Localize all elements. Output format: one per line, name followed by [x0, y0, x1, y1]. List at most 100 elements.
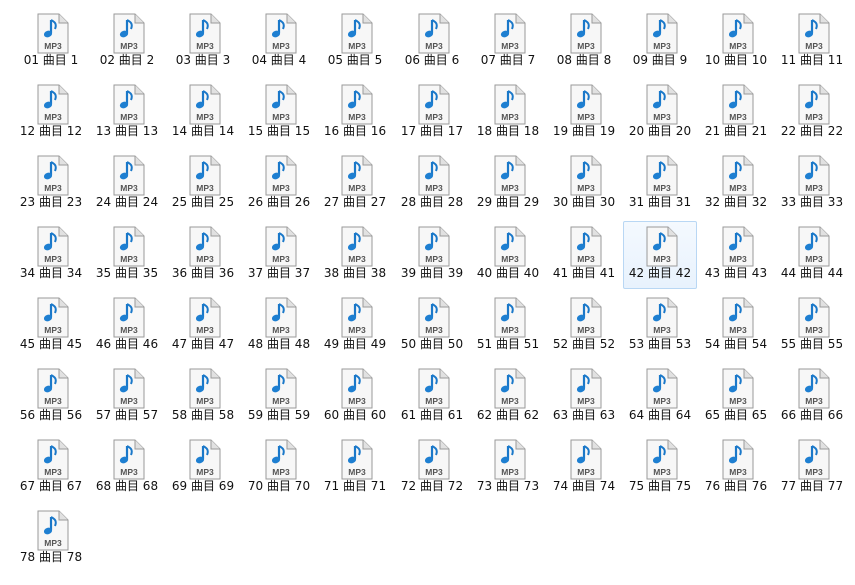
file-item[interactable]: MP3 19 曲目 19 — [547, 79, 621, 147]
file-item[interactable]: MP3 06 曲目 6 — [395, 8, 469, 76]
file-name-label: 56 曲目 56 — [19, 408, 83, 422]
file-item[interactable]: MP3 72 曲目 72 — [395, 434, 469, 502]
file-name-label: 78 曲目 78 — [19, 550, 83, 564]
file-item[interactable]: MP3 12 曲目 12 — [14, 79, 88, 147]
file-item[interactable]: MP3 77 曲目 77 — [775, 434, 849, 502]
file-item[interactable]: MP3 29 曲目 29 — [471, 150, 545, 218]
mp3-file-icon: MP3 — [570, 368, 602, 409]
mp3-badge-text: MP3 — [272, 396, 290, 406]
file-item[interactable]: MP3 74 曲目 74 — [547, 434, 621, 502]
file-item[interactable]: MP3 52 曲目 52 — [547, 292, 621, 360]
file-item[interactable]: MP3 35 曲目 35 — [90, 221, 164, 289]
file-item[interactable]: MP3 49 曲目 49 — [318, 292, 392, 360]
file-item[interactable]: MP3 59 曲目 59 — [242, 363, 316, 431]
mp3-file-icon: MP3 — [722, 297, 754, 338]
file-item[interactable]: MP3 32 曲目 32 — [699, 150, 773, 218]
file-item[interactable]: MP3 24 曲目 24 — [90, 150, 164, 218]
file-item[interactable]: MP3 64 曲目 64 — [623, 363, 697, 431]
mp3-badge-text: MP3 — [805, 396, 823, 406]
mp3-file-icon: MP3 — [722, 439, 754, 480]
mp3-file-icon: MP3 — [722, 368, 754, 409]
file-item[interactable]: MP3 75 曲目 75 — [623, 434, 697, 502]
file-item[interactable]: MP3 01 曲目 1 — [14, 8, 88, 76]
file-item[interactable]: MP3 48 曲目 48 — [242, 292, 316, 360]
file-item[interactable]: MP3 41 曲目 41 — [547, 221, 621, 289]
file-item[interactable]: MP3 05 曲目 5 — [318, 8, 392, 76]
file-name-label: 19 曲目 19 — [552, 124, 616, 138]
mp3-badge-text: MP3 — [272, 41, 290, 51]
file-item[interactable]: MP3 09 曲目 9 — [623, 8, 697, 76]
file-item[interactable]: MP3 10 曲目 10 — [699, 8, 773, 76]
mp3-file-icon: MP3 — [113, 13, 145, 54]
mp3-badge-text: MP3 — [44, 183, 62, 193]
file-item[interactable]: MP3 04 曲目 4 — [242, 8, 316, 76]
file-item[interactable]: MP3 58 曲目 58 — [166, 363, 240, 431]
file-item[interactable]: MP3 22 曲目 22 — [775, 79, 849, 147]
mp3-file-icon: MP3 — [418, 13, 450, 54]
file-item[interactable]: MP3 51 曲目 51 — [471, 292, 545, 360]
file-item[interactable]: MP3 76 曲目 76 — [699, 434, 773, 502]
mp3-file-icon: MP3 — [418, 297, 450, 338]
file-item[interactable]: MP3 39 曲目 39 — [395, 221, 469, 289]
file-item[interactable]: MP3 40 曲目 40 — [471, 221, 545, 289]
file-item[interactable]: MP3 37 曲目 37 — [242, 221, 316, 289]
file-item[interactable]: MP3 73 曲目 73 — [471, 434, 545, 502]
file-item[interactable]: MP3 53 曲目 53 — [623, 292, 697, 360]
file-item[interactable]: MP3 28 曲目 28 — [395, 150, 469, 218]
file-item[interactable]: MP3 07 曲目 7 — [471, 8, 545, 76]
file-item[interactable]: MP3 62 曲目 62 — [471, 363, 545, 431]
file-item[interactable]: MP3 57 曲目 57 — [90, 363, 164, 431]
file-item[interactable]: MP3 14 曲目 14 — [166, 79, 240, 147]
file-item[interactable]: MP3 65 曲目 65 — [699, 363, 773, 431]
file-item[interactable]: MP3 15 曲目 15 — [242, 79, 316, 147]
file-item[interactable]: MP3 34 曲目 34 — [14, 221, 88, 289]
file-item[interactable]: MP3 55 曲目 55 — [775, 292, 849, 360]
file-item[interactable]: MP3 31 曲目 31 — [623, 150, 697, 218]
mp3-file-icon: MP3 — [265, 368, 297, 409]
file-item[interactable]: MP3 63 曲目 63 — [547, 363, 621, 431]
file-item[interactable]: MP3 38 曲目 38 — [318, 221, 392, 289]
file-item[interactable]: MP3 50 曲目 50 — [395, 292, 469, 360]
file-item[interactable]: MP3 03 曲目 3 — [166, 8, 240, 76]
file-item[interactable]: MP3 46 曲目 46 — [90, 292, 164, 360]
file-item[interactable]: MP3 18 曲目 18 — [471, 79, 545, 147]
file-item[interactable]: MP3 71 曲目 71 — [318, 434, 392, 502]
file-item[interactable]: MP3 44 曲目 44 — [775, 221, 849, 289]
file-item[interactable]: MP3 11 曲目 11 — [775, 8, 849, 76]
file-name-label: 77 曲目 77 — [780, 479, 844, 493]
file-item[interactable]: MP3 70 曲目 70 — [242, 434, 316, 502]
file-item[interactable]: MP3 69 曲目 69 — [166, 434, 240, 502]
file-item[interactable]: MP3 16 曲目 16 — [318, 79, 392, 147]
file-item[interactable]: MP3 08 曲目 8 — [547, 8, 621, 76]
file-item[interactable]: MP3 60 曲目 60 — [318, 363, 392, 431]
file-item[interactable]: MP3 42 曲目 42 — [623, 221, 697, 289]
file-item[interactable]: MP3 78 曲目 78 — [14, 505, 88, 573]
file-name-label: 17 曲目 17 — [400, 124, 464, 138]
mp3-file-icon: MP3 — [265, 155, 297, 196]
mp3-badge-text: MP3 — [348, 325, 366, 335]
file-item[interactable]: MP3 45 曲目 45 — [14, 292, 88, 360]
file-item[interactable]: MP3 13 曲目 13 — [90, 79, 164, 147]
file-item[interactable]: MP3 17 曲目 17 — [395, 79, 469, 147]
file-item[interactable]: MP3 30 曲目 30 — [547, 150, 621, 218]
file-item[interactable]: MP3 23 曲目 23 — [14, 150, 88, 218]
file-item[interactable]: MP3 66 曲目 66 — [775, 363, 849, 431]
file-item[interactable]: MP3 43 曲目 43 — [699, 221, 773, 289]
file-item[interactable]: MP3 25 曲目 25 — [166, 150, 240, 218]
file-item[interactable]: MP3 27 曲目 27 — [318, 150, 392, 218]
file-item[interactable]: MP3 54 曲目 54 — [699, 292, 773, 360]
file-item[interactable]: MP3 20 曲目 20 — [623, 79, 697, 147]
file-item[interactable]: MP3 56 曲目 56 — [14, 363, 88, 431]
file-item[interactable]: MP3 47 曲目 47 — [166, 292, 240, 360]
file-item[interactable]: MP3 33 曲目 33 — [775, 150, 849, 218]
mp3-file-icon: MP3 — [646, 84, 678, 125]
file-item[interactable]: MP3 61 曲目 61 — [395, 363, 469, 431]
file-item[interactable]: MP3 26 曲目 26 — [242, 150, 316, 218]
file-item[interactable]: MP3 67 曲目 67 — [14, 434, 88, 502]
mp3-file-icon: MP3 — [265, 13, 297, 54]
file-item[interactable]: MP3 21 曲目 21 — [699, 79, 773, 147]
file-item[interactable]: MP3 36 曲目 36 — [166, 221, 240, 289]
file-item[interactable]: MP3 68 曲目 68 — [90, 434, 164, 502]
mp3-badge-text: MP3 — [272, 254, 290, 264]
file-item[interactable]: MP3 02 曲目 2 — [90, 8, 164, 76]
